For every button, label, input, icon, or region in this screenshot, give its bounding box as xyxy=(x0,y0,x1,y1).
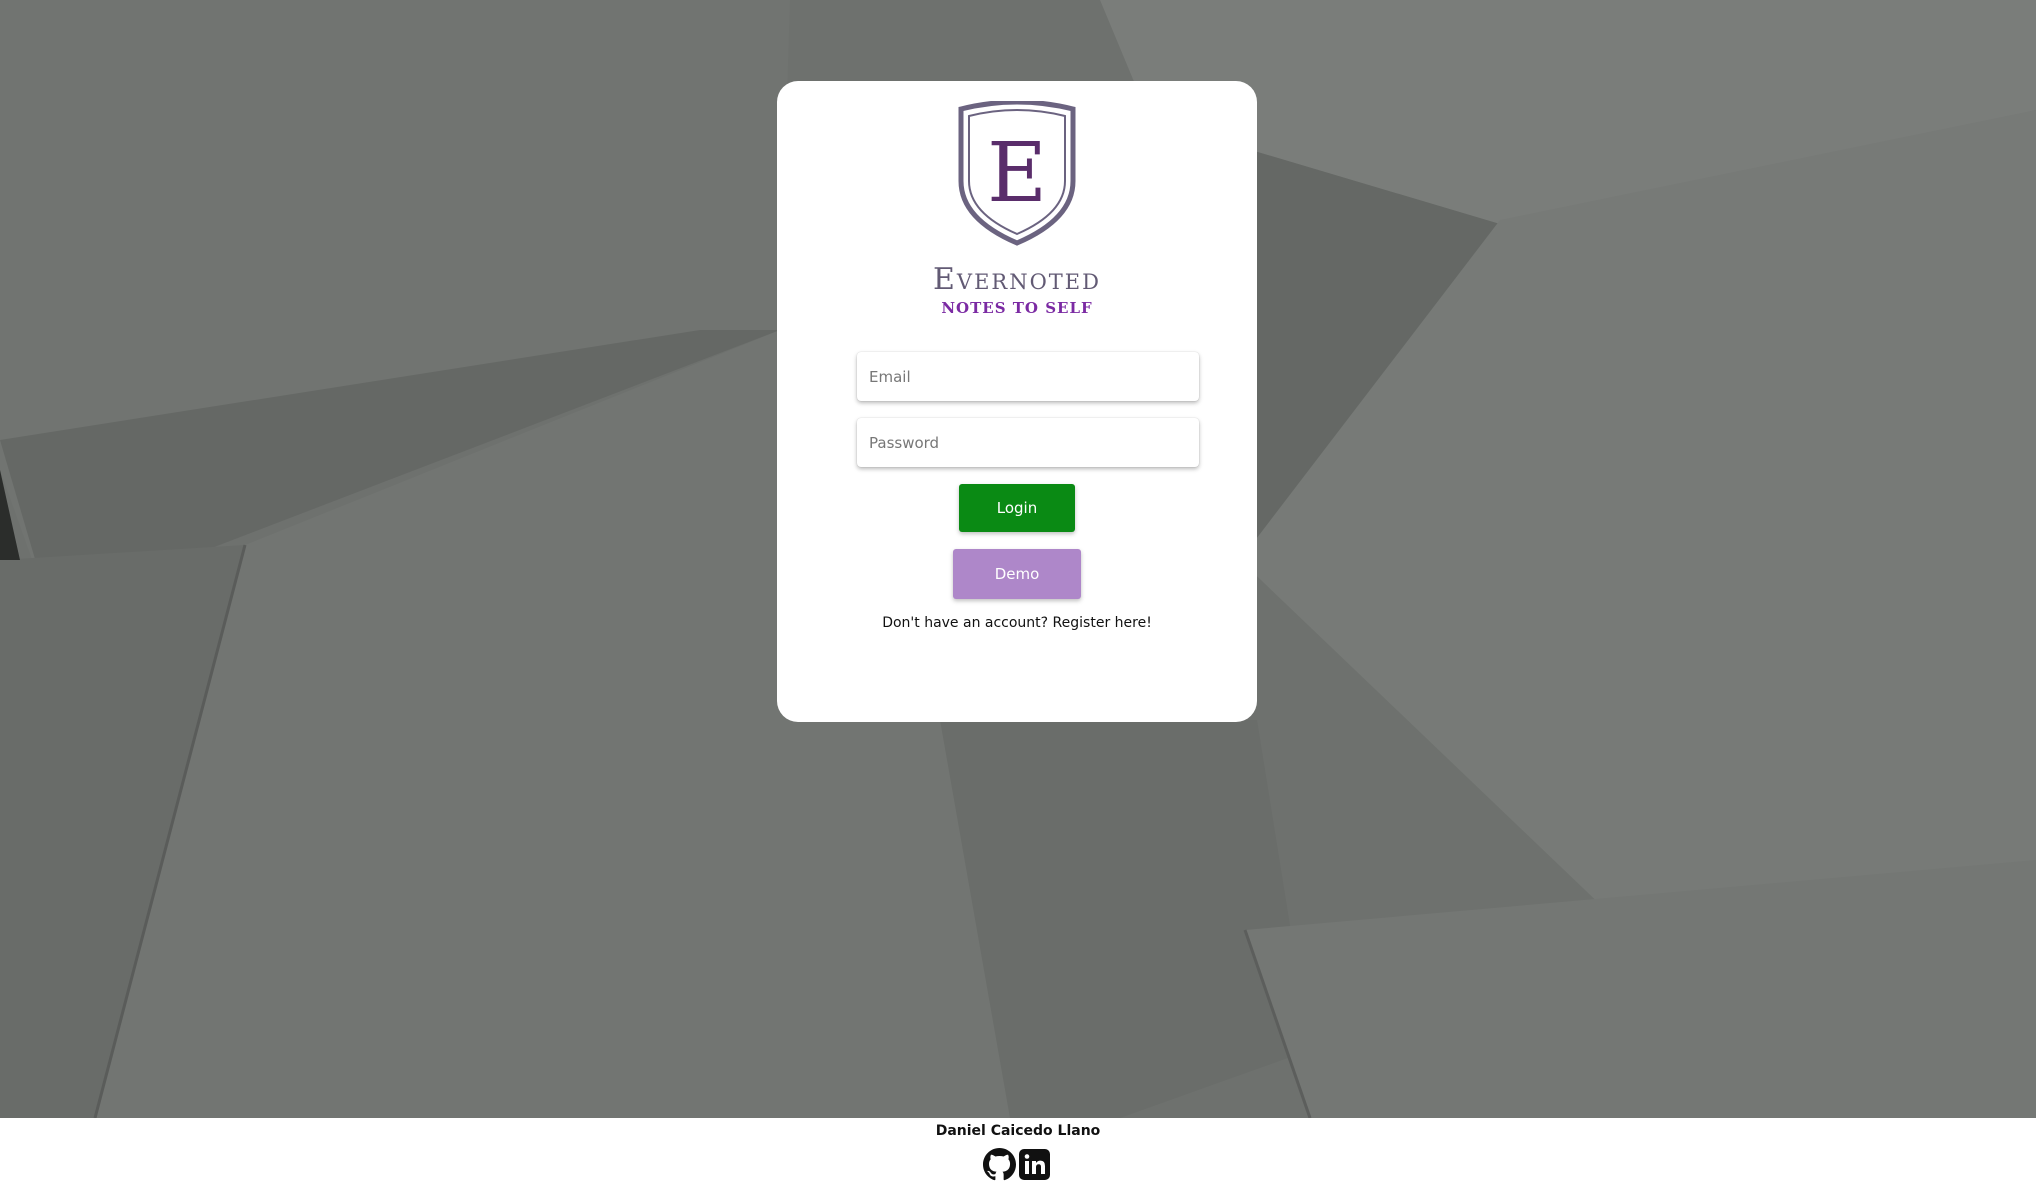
brand-tagline: NOTES TO SELF xyxy=(941,299,1093,317)
demo-button[interactable]: Demo xyxy=(953,549,1081,599)
author-name: Daniel Caicedo Llano xyxy=(935,1123,1101,1139)
github-icon[interactable] xyxy=(983,1148,1016,1181)
register-link[interactable]: Don't have an account? Register here! xyxy=(882,615,1152,631)
email-input[interactable] xyxy=(857,352,1199,401)
login-page: E Evernoted NOTES TO SELF Login Demo Don… xyxy=(0,0,2036,1191)
register-prompt: Don't have an account? Register here! xyxy=(777,615,1257,631)
shield-logo-icon: E xyxy=(777,101,1257,251)
login-button[interactable]: Login xyxy=(959,484,1075,532)
footer: Daniel Caicedo Llano xyxy=(0,1118,2036,1191)
password-input[interactable] xyxy=(857,418,1199,467)
social-links xyxy=(983,1148,1051,1181)
brand-name: Evernoted xyxy=(933,262,1101,297)
svg-text:E: E xyxy=(987,126,1047,221)
login-card: E Evernoted NOTES TO SELF Login Demo Don… xyxy=(777,81,1257,722)
linkedin-icon[interactable] xyxy=(1018,1148,1051,1181)
